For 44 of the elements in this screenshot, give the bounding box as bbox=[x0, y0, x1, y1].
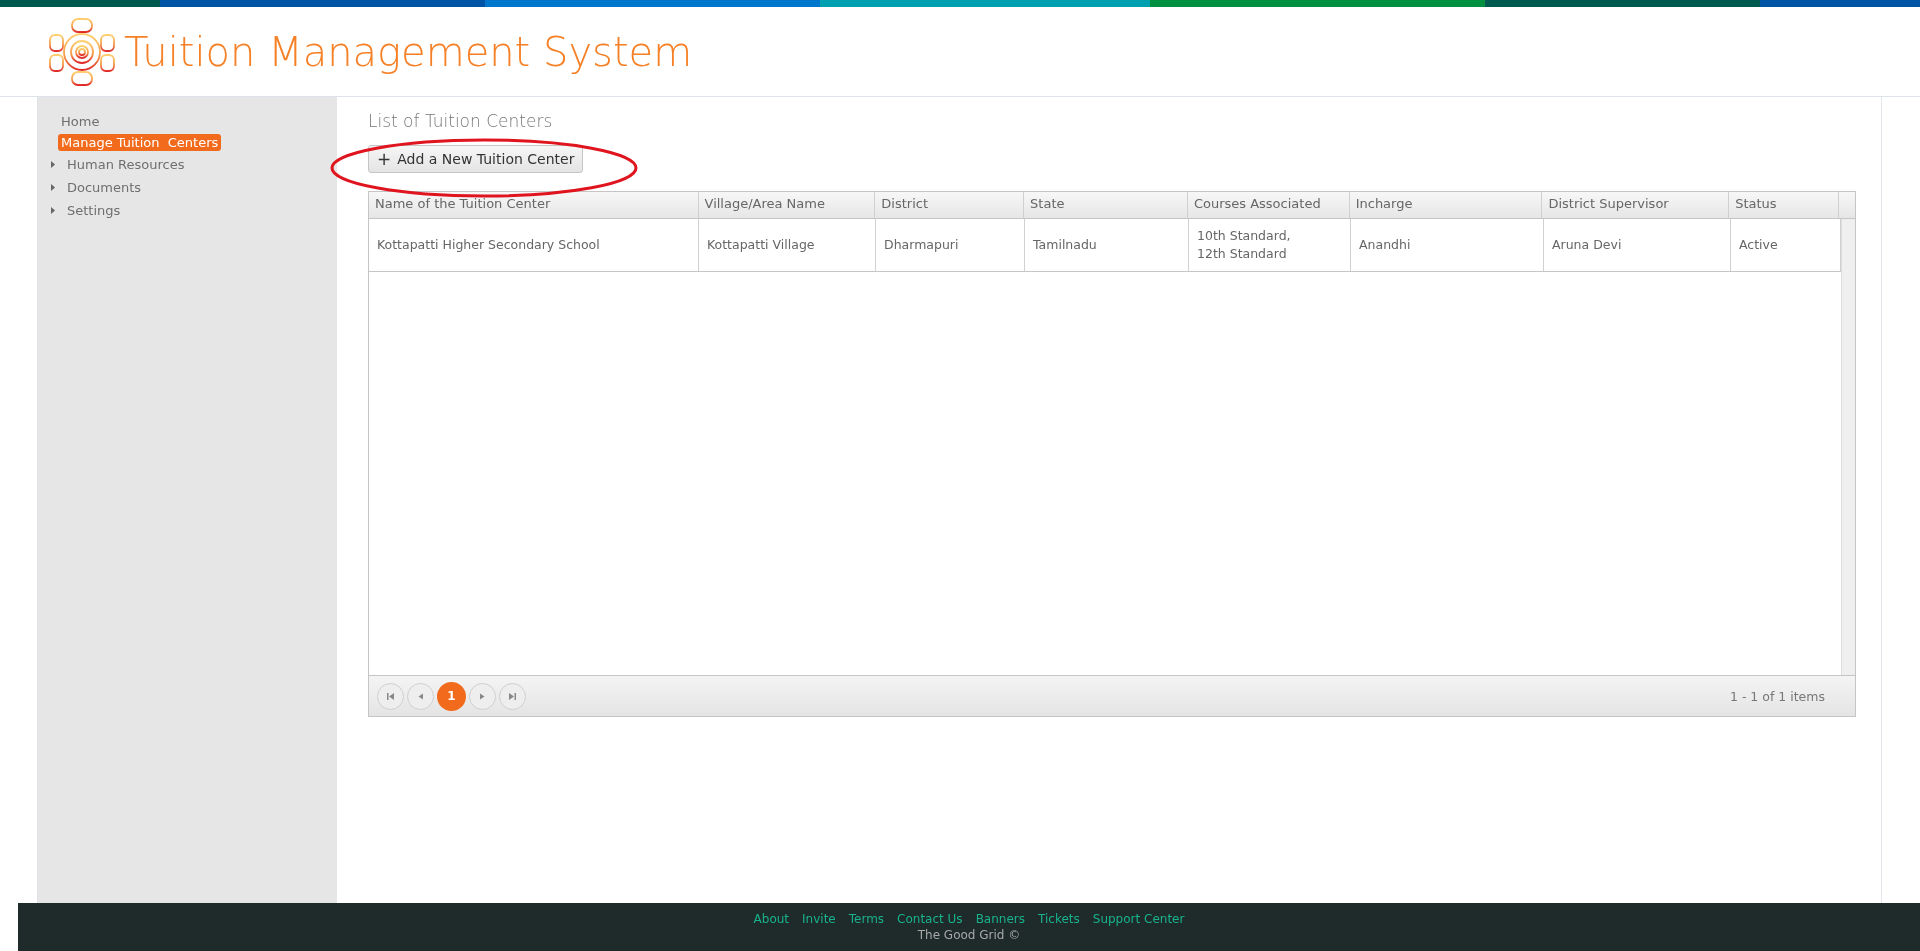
column-header[interactable]: Name of the Tuition Center bbox=[369, 192, 699, 218]
column-header[interactable]: District Supervisor bbox=[1542, 192, 1730, 218]
column-header[interactable]: Incharge bbox=[1349, 192, 1543, 218]
nav-item[interactable]: Manage Tuition Centers bbox=[58, 134, 222, 151]
table-cell: Active bbox=[1739, 236, 1778, 254]
app-title: Tuition Management System bbox=[124, 28, 693, 75]
add-tuition-center-button[interactable]: + Add a New Tuition Center bbox=[368, 145, 584, 173]
first-page-button[interactable] bbox=[377, 682, 404, 710]
footer-link[interactable]: Contact Us bbox=[897, 912, 963, 926]
table-cell: Kottapatti Village bbox=[707, 236, 815, 254]
table-cell: Tamilnadu bbox=[1033, 236, 1097, 254]
caret-icon bbox=[48, 184, 58, 191]
right-triangle-icon bbox=[478, 691, 487, 701]
footer-link[interactable]: About bbox=[753, 912, 790, 926]
last-page-button[interactable] bbox=[499, 682, 526, 710]
nav-item[interactable]: Human Resources bbox=[64, 156, 188, 173]
flower-logo-icon bbox=[48, 16, 116, 87]
caret-icon bbox=[48, 207, 58, 214]
column-header[interactable]: District bbox=[875, 192, 1025, 218]
column-header[interactable]: Status bbox=[1729, 192, 1839, 218]
footer-link[interactable]: Tickets bbox=[1038, 912, 1080, 926]
footer-link[interactable]: Terms bbox=[848, 912, 885, 926]
table-cell: Kottapatti Higher Secondary School bbox=[377, 236, 600, 254]
footer-link[interactable]: Banners bbox=[975, 912, 1025, 926]
nav-item[interactable]: Home bbox=[58, 113, 103, 130]
nav-item[interactable]: Documents bbox=[64, 179, 145, 196]
page-title: List of Tuition Centers bbox=[368, 111, 553, 131]
table-cell: Dharmapuri bbox=[884, 236, 959, 254]
column-header[interactable]: Village/Area Name bbox=[698, 192, 876, 218]
table-cell: Aruna Devi bbox=[1552, 236, 1622, 254]
left-triangle-icon bbox=[416, 691, 425, 701]
table-cell: Anandhi bbox=[1359, 236, 1411, 254]
page-number-button[interactable]: 1 bbox=[437, 681, 466, 711]
items-count: 1 - 1 of 1 items bbox=[1729, 688, 1826, 704]
nav-item[interactable]: Settings bbox=[64, 202, 124, 219]
copyright-text: The Good Grid © bbox=[917, 928, 1021, 942]
column-header[interactable]: State bbox=[1024, 192, 1188, 218]
caret-icon bbox=[48, 161, 58, 168]
footer-link[interactable]: Support Center bbox=[1092, 912, 1185, 926]
table-cell: 10th Standard, 12th Standard bbox=[1197, 227, 1291, 263]
first-page-icon bbox=[386, 691, 395, 701]
last-page-icon bbox=[508, 691, 517, 701]
footer-link[interactable]: Invite bbox=[802, 912, 836, 926]
column-header[interactable]: Courses Associated bbox=[1187, 192, 1350, 218]
